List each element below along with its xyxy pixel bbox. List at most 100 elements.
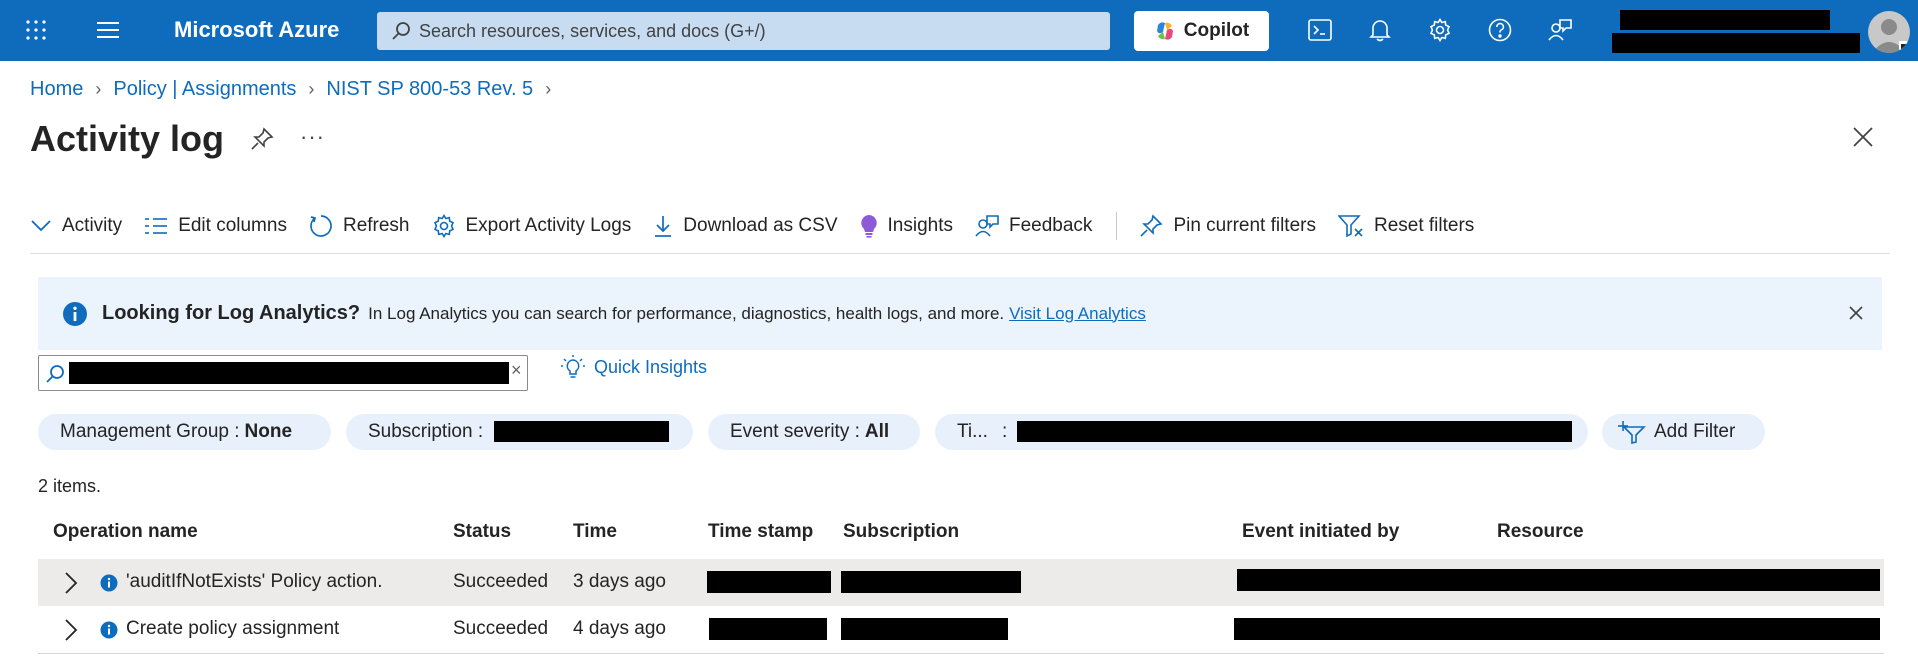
chevron-down-icon — [31, 220, 51, 232]
column-header-time[interactable]: Time — [573, 521, 617, 543]
visit-log-analytics-link[interactable]: Visit Log Analytics — [1009, 304, 1146, 324]
log-search-input[interactable]: × — [38, 355, 528, 391]
initiated-by-resource-redacted — [1237, 569, 1880, 591]
pin-filters-label: Pin current filters — [1173, 215, 1316, 236]
insights-button[interactable]: Insights — [860, 214, 953, 238]
expand-chevron-icon[interactable] — [64, 571, 78, 595]
column-header-time-stamp[interactable]: Time stamp — [708, 521, 813, 543]
operation-name[interactable]: 'auditIfNotExists' Policy action. — [126, 571, 382, 593]
column-header-status[interactable]: Status — [453, 521, 511, 543]
cloud-shell-icon[interactable] — [1304, 14, 1336, 46]
feedback-label: Feedback — [1008, 215, 1093, 236]
column-header-resource[interactable]: Resource — [1497, 521, 1584, 543]
table-row[interactable]: 'auditIfNotExists' Policy action. Succee… — [38, 559, 1884, 606]
management-group-value: None — [244, 421, 293, 442]
directory-name-redacted[interactable] — [1612, 33, 1860, 53]
close-blade-icon[interactable] — [1852, 126, 1874, 153]
reset-filters-button[interactable]: Reset filters — [1337, 214, 1475, 238]
search-text-redacted — [69, 362, 509, 384]
timespan-label: Ti... — [957, 421, 988, 442]
edit-columns-button[interactable]: Edit columns — [144, 215, 287, 237]
pin-current-filters-button[interactable]: Pin current filters — [1139, 214, 1316, 238]
refresh-icon — [310, 215, 332, 237]
clear-search-icon[interactable]: × — [511, 360, 522, 381]
timespan-filter[interactable]: Ti... : — [935, 414, 1588, 450]
time-stamp-redacted — [707, 571, 831, 593]
app-launcher-icon[interactable] — [20, 14, 52, 46]
pin-icon — [1140, 214, 1164, 237]
dismiss-banner-icon[interactable] — [1848, 305, 1864, 326]
reset-filters-label: Reset filters — [1373, 215, 1475, 236]
subscription-redacted — [841, 571, 1021, 593]
download-icon — [655, 216, 672, 237]
command-bar-divider — [30, 253, 1890, 254]
operation-name[interactable]: Create policy assignment — [126, 618, 339, 640]
log-analytics-banner: Looking for Log Analytics? In Log Analyt… — [38, 277, 1882, 350]
table-row[interactable]: Create policy assignment Succeeded 4 day… — [38, 606, 1884, 653]
info-icon — [100, 621, 118, 639]
lightbulb-icon — [860, 215, 877, 238]
lightbulb-icon — [561, 355, 585, 378]
time: 3 days ago — [573, 571, 666, 592]
export-label: Export Activity Logs — [465, 215, 632, 236]
event-severity-filter[interactable]: Event severity : All — [708, 414, 920, 450]
top-bar: Microsoft Azure Copilot — [0, 0, 1918, 61]
subscription-label: Subscription : — [368, 421, 484, 442]
export-activity-logs-button[interactable]: Export Activity Logs — [432, 214, 632, 238]
timespan-value-redacted — [1017, 421, 1572, 442]
banner-heading: Looking for Log Analytics? — [102, 302, 361, 324]
add-filter-icon — [1618, 421, 1646, 444]
pin-icon[interactable] — [250, 127, 274, 156]
items-count: 2 items. — [38, 476, 102, 496]
copilot-icon — [1156, 22, 1173, 40]
status: Succeeded — [453, 571, 549, 592]
status: Succeeded — [453, 618, 549, 639]
user-avatar[interactable] — [1868, 11, 1910, 53]
search-icon — [46, 365, 64, 383]
subscription-filter[interactable]: Subscription : — [346, 414, 693, 450]
help-icon[interactable] — [1484, 14, 1516, 46]
search-input[interactable] — [419, 20, 1079, 42]
refresh-button[interactable]: Refresh — [309, 214, 410, 238]
breadcrumb: Home › Policy | Assignments › NIST SP 80… — [30, 78, 563, 101]
column-header-event-initiated-by[interactable]: Event initiated by — [1242, 521, 1399, 543]
hamburger-menu-icon[interactable] — [92, 14, 124, 46]
quick-insights-label: Quick Insights — [594, 356, 708, 377]
activity-dropdown-button[interactable]: Activity — [30, 215, 122, 237]
more-options-icon[interactable]: ··· — [300, 124, 325, 150]
download-csv-button[interactable]: Download as CSV — [653, 214, 838, 238]
banner-text: In Log Analytics you can search for perf… — [368, 303, 1005, 323]
copilot-button[interactable]: Copilot — [1134, 11, 1269, 51]
account-name-redacted[interactable] — [1620, 10, 1830, 30]
notifications-bell-icon[interactable] — [1364, 14, 1396, 46]
feedback-icon — [975, 215, 999, 237]
feedback-person-icon[interactable] — [1544, 14, 1576, 46]
column-header-subscription[interactable]: Subscription — [843, 521, 959, 543]
add-filter-button[interactable]: Add Filter — [1602, 414, 1765, 450]
breadcrumb-nist[interactable]: NIST SP 800-53 Rev. 5 — [326, 78, 533, 101]
management-group-filter[interactable]: Management Group : None — [38, 414, 331, 450]
breadcrumb-policy-assignments[interactable]: Policy | Assignments — [113, 78, 296, 101]
toolbar-divider — [1116, 212, 1118, 240]
brand-title[interactable]: Microsoft Azure — [174, 17, 339, 43]
breadcrumb-home[interactable]: Home — [30, 78, 83, 101]
feedback-button[interactable]: Feedback — [975, 214, 1092, 238]
copilot-label: Copilot — [1183, 20, 1250, 41]
refresh-label: Refresh — [342, 215, 410, 236]
expand-chevron-icon[interactable] — [64, 618, 78, 642]
page-title: Activity log — [30, 118, 225, 159]
global-search[interactable] — [377, 12, 1110, 50]
time: 4 days ago — [573, 618, 666, 639]
timespan-colon: : — [1001, 421, 1008, 442]
column-header-operation-name[interactable]: Operation name — [53, 521, 198, 543]
initiated-by-resource-redacted — [1234, 618, 1880, 640]
chevron-right-icon: › — [95, 79, 102, 99]
columns-list-icon — [145, 218, 168, 234]
quick-insights-link[interactable]: Quick Insights — [560, 354, 707, 380]
gear-icon — [433, 214, 454, 238]
settings-gear-icon[interactable] — [1424, 14, 1456, 46]
grid-bottom-border — [38, 653, 1884, 654]
severity-label: Event severity : — [730, 421, 860, 442]
subscription-value-redacted — [494, 421, 669, 442]
filter-clear-icon — [1337, 215, 1363, 238]
